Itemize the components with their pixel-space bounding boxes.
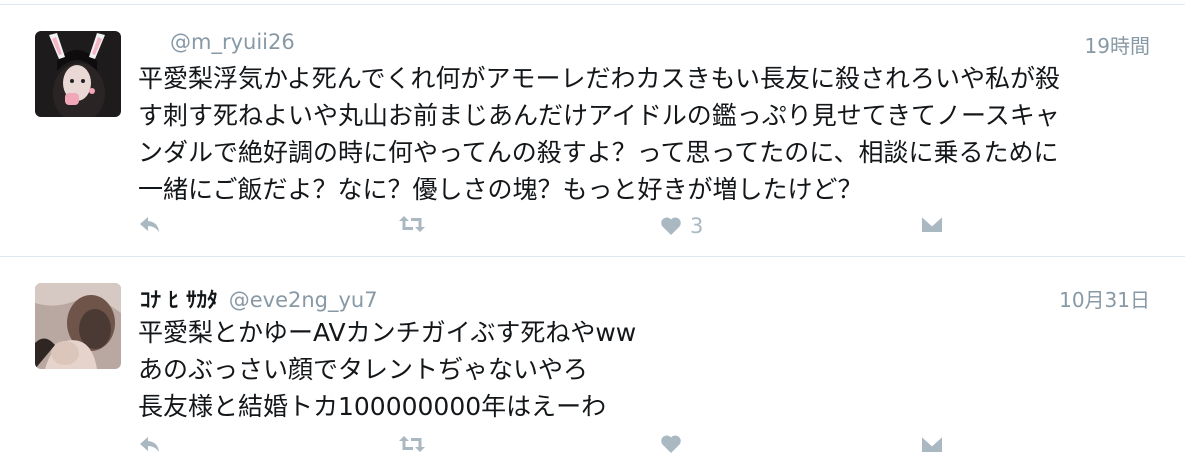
reply-icon [140, 437, 159, 452]
avatar[interactable] [35, 31, 121, 117]
envelope-icon [921, 435, 943, 452]
tweet-text-line: す刺す死ねよいや丸山お前まじあんだけアイドルの鑑っぷり見せてきてノースキャ [138, 101, 1060, 130]
direct-message-button[interactable] [920, 214, 944, 234]
display-name[interactable]: ｺﾅ ﾋ ｻｶﾀ [140, 288, 218, 312]
heart-icon [661, 217, 681, 235]
tweet-text-line: 平愛梨とかゆーAVカンチガイぶす死ねやww [138, 318, 637, 347]
tweet-text-line: ンダルで絶好調の時に何やってんの殺すよ？って思ってたのに、相談に乗るために [138, 138, 1059, 167]
retweet-button[interactable] [398, 214, 426, 234]
top-divider [0, 4, 1185, 5]
user-handle[interactable]: @eve2ng_yu7 [229, 288, 378, 312]
user-handle[interactable]: @m_ryuii26 [170, 30, 295, 54]
like-count: 3 [690, 214, 704, 238]
timestamp[interactable]: 19時間 [1085, 30, 1150, 59]
tweet-header: @m_ryuii26 19時間 [140, 30, 1150, 60]
retweet-icon [399, 216, 425, 232]
tweet-divider [0, 256, 1185, 257]
tweet-text-line: 長友様と結婚トカ100000000年はえーわ [138, 392, 607, 421]
retweet-button[interactable] [398, 434, 426, 454]
tweet-text-line: 平愛梨浮気かよ死んでくれ何がアモーレだわカスきもい長友に殺されろいや私が殺 [138, 64, 1061, 93]
like-button[interactable]: 3 [660, 214, 703, 238]
tweet-text: 平愛梨とかゆーAVカンチガイぶす死ねやww あのぶっさい顔でタレントぢゃないやろ… [138, 314, 1148, 425]
reply-button[interactable] [138, 434, 162, 454]
tweet-actions [138, 434, 958, 464]
retweet-icon [399, 436, 425, 452]
reply-icon [140, 217, 159, 232]
envelope-icon [921, 215, 943, 232]
tweet-text: 平愛梨浮気かよ死んでくれ何がアモーレだわカスきもい長友に殺されろいや私が殺 す刺… [138, 60, 1148, 208]
like-button[interactable] [660, 434, 690, 454]
avatar[interactable] [35, 283, 121, 369]
tweet-actions: 3 [138, 214, 958, 244]
tweet-text-line: 一緒にご飯だよ？なに？優しさの塊？もっと好きが増したけど？ [138, 175, 863, 204]
timestamp[interactable]: 10月31日 [1059, 284, 1150, 313]
heart-icon [661, 435, 681, 453]
direct-message-button[interactable] [920, 434, 944, 454]
tweet-header: ｺﾅ ﾋ ｻｶﾀ @eve2ng_yu7 10月31日 [140, 284, 1150, 314]
tweet-text-line: あのぶっさい顔でタレントぢゃないやろ [138, 355, 589, 384]
reply-button[interactable] [138, 214, 162, 234]
